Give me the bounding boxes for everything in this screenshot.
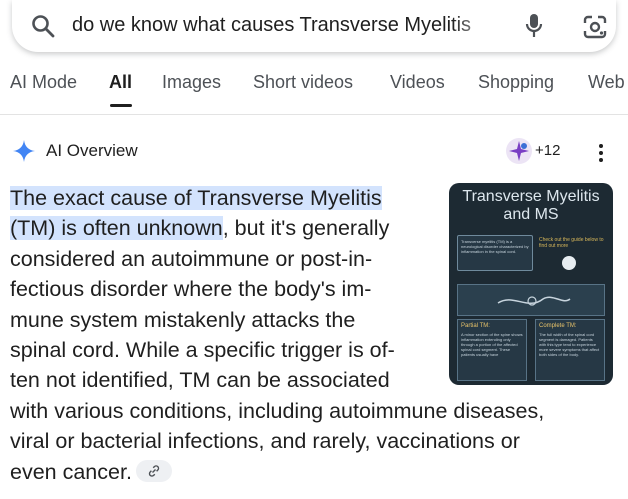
tab-all[interactable]: All [109,72,132,93]
search-icon[interactable] [30,13,56,39]
tabs-divider [0,114,628,115]
answer-line: with various conditions, including autoi… [10,398,545,423]
thumbnail-guide-text: Check out the guide below to find out mo… [539,237,604,249]
answer-line: viral or bacterial infections, and rarel… [10,429,520,454]
search-tabs: AI Mode All Images Short videos Videos S… [0,64,628,108]
answer-line: mune system mistakenly attacks the [10,307,356,332]
tab-shopping[interactable]: Shopping [478,72,554,93]
highlighted-answer: (TM) is often unknown [10,216,223,241]
answer-line: ten not identified, TM can be associated [10,368,390,393]
sources-avatar-icon[interactable] [506,138,532,164]
answer-line: fectious disorder where the body's im- [10,277,372,302]
answer-text: even cancer. [10,459,132,484]
answer-line: The exact cause of Transverse Myelitis [10,183,430,213]
thumbnail-spine-illustration [457,284,605,316]
tab-ai-mode[interactable]: AI Mode [10,72,77,93]
google-lens-icon[interactable] [581,13,609,41]
active-tab-indicator [110,104,132,107]
thumbnail-partial-tm-box: Partial TM: A minor section of the spine… [457,319,527,381]
tab-videos[interactable]: Videos [390,72,445,93]
overview-thumbnail-image[interactable]: Transverse Myelitis and MS Transverse my… [449,183,613,385]
answer-line-last: even cancer. [10,457,610,487]
thumbnail-title: Transverse Myelitis and MS [449,188,613,224]
answer-line: spinal cord. While a specific trigger is… [10,338,395,363]
tab-short-videos[interactable]: Short videos [253,72,353,93]
complete-tm-title: Complete TM: [539,323,577,329]
ai-overview-title: AI Overview [46,141,138,160]
search-input[interactable]: do we know what causes Transverse Myelit… [72,14,500,40]
microphone-icon[interactable] [524,12,544,40]
search-input-fade [452,10,502,42]
source-link-chip[interactable] [135,459,172,482]
partial-tm-title: Partial TM: [461,323,490,329]
sources-count[interactable]: +12 [535,142,560,159]
complete-tm-text: The full width of the spinal cord segmen… [539,332,600,357]
answer-line: considered an autoimmune or post-in- [10,246,373,271]
answer-line: (TM) is often unknown, but it's generall… [10,213,430,243]
partial-tm-text: A minor section of the spine shows infla… [461,332,523,357]
tab-web[interactable]: Web [588,72,625,93]
highlighted-answer: The exact cause of Transverse Myelitis [10,186,382,210]
answer-text: , but it's generally [222,216,390,241]
thumbnail-complete-tm-box: Complete TM: The full width of the spina… [535,319,605,381]
thumbnail-title-line: and MS [503,206,559,223]
tab-images[interactable]: Images [162,72,221,93]
thumbnail-definition-box: Transverse myelitis (TM) is a neurologic… [457,235,533,271]
thumbnail-title-line: Transverse Myelitis [462,188,600,205]
ai-overview-header: AI Overview +12 [0,136,628,168]
more-options-icon[interactable] [596,142,606,164]
thumbnail-spine-icon [562,256,576,270]
link-icon [148,465,160,477]
search-bar[interactable]: do we know what causes Transverse Myelit… [12,0,616,52]
ai-sparkle-icon [12,139,36,163]
